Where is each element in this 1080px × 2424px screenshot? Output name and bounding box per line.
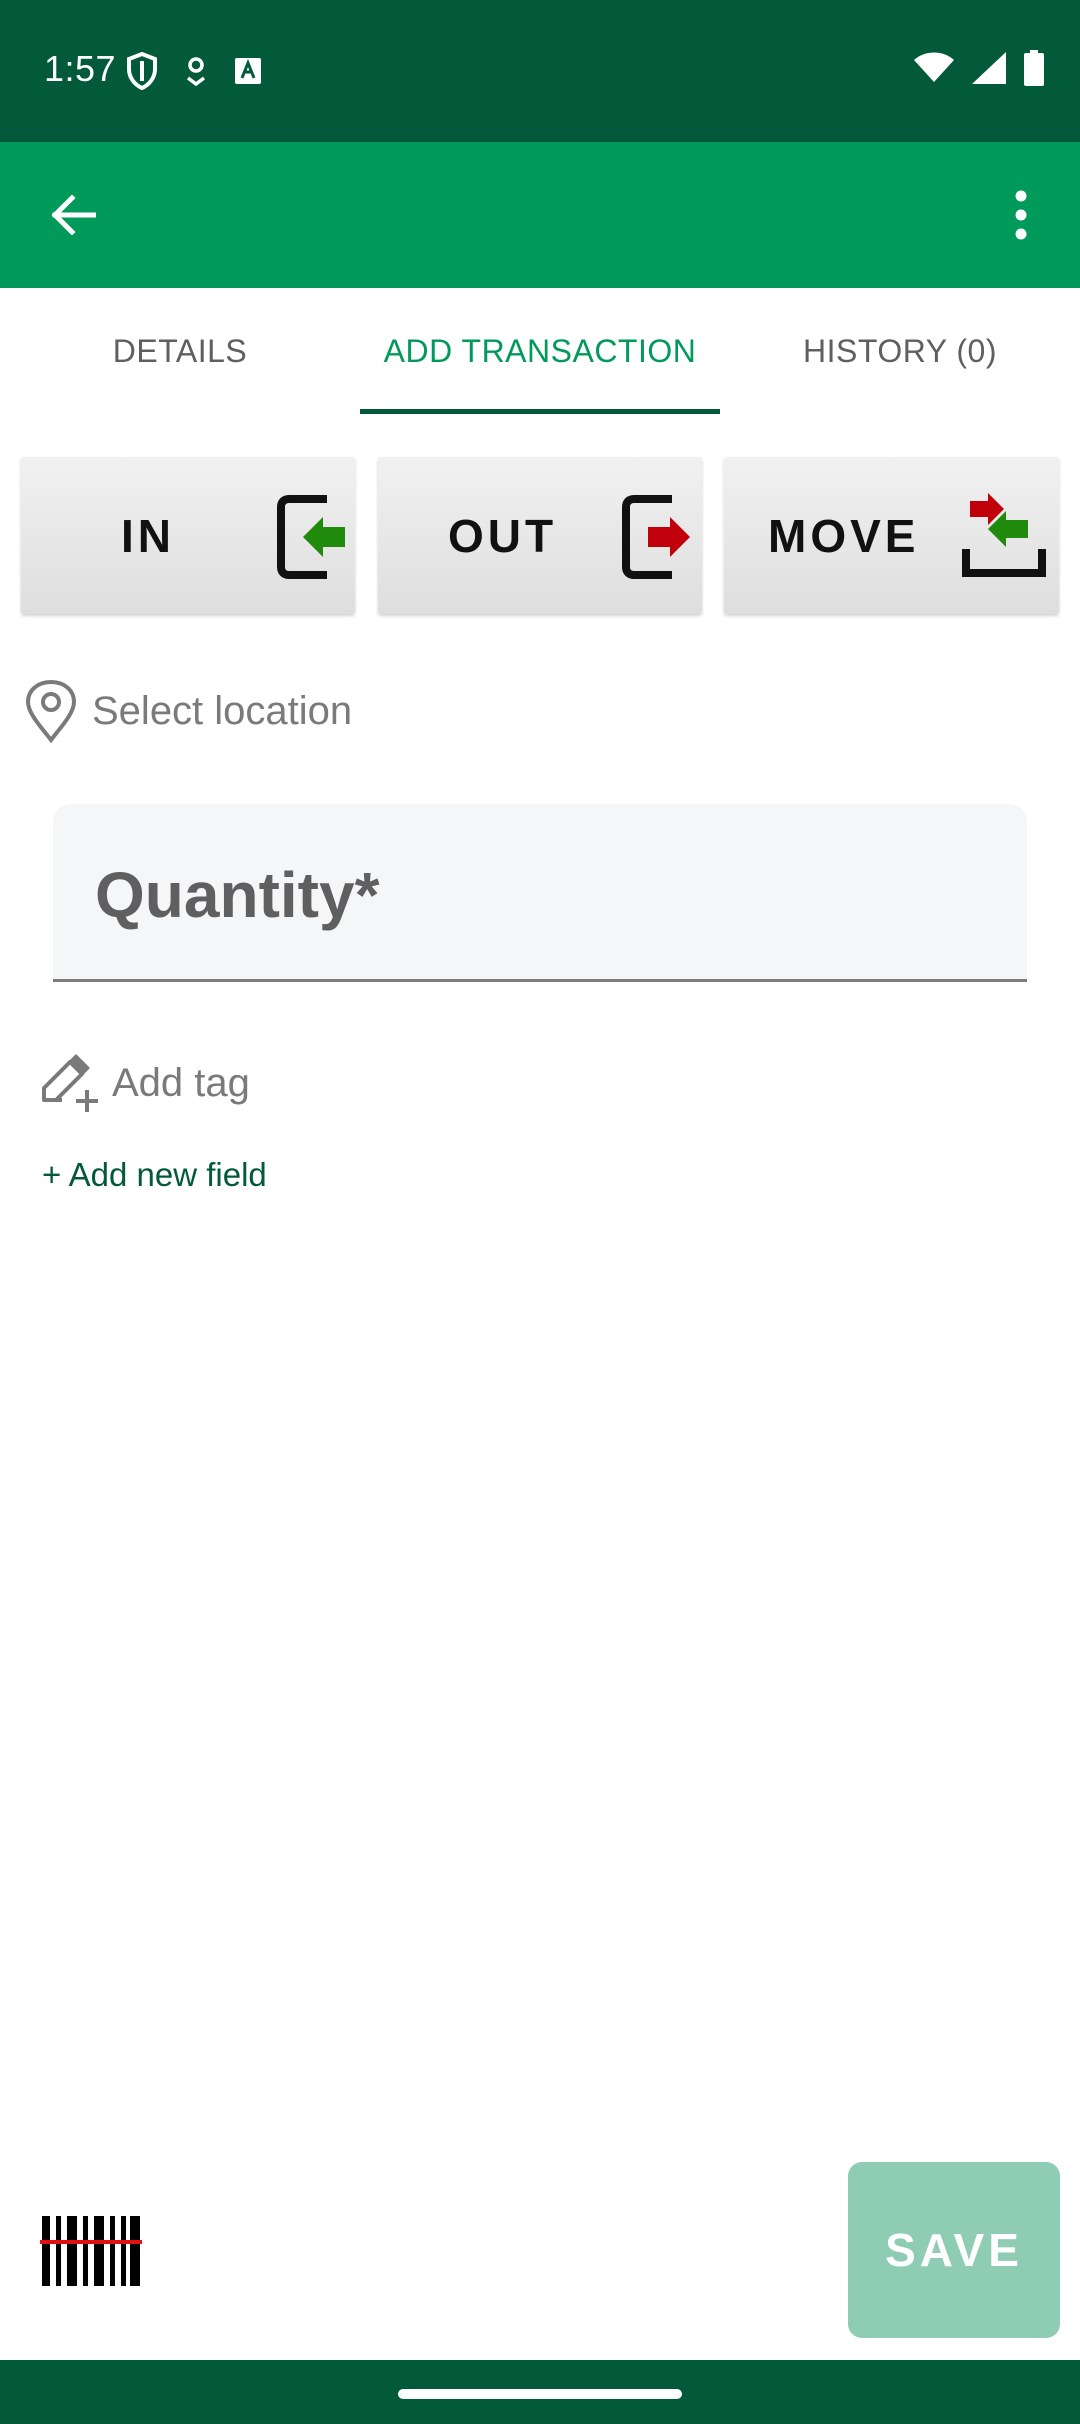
wifi-icon [914,52,954,82]
in-button-label: IN [121,509,175,562]
status-icons-left [126,52,262,90]
tab-details[interactable]: DETAILS [0,288,360,414]
out-button-label: OUT [448,509,558,562]
location-pin-small-icon [186,57,206,86]
status-bar: 1:57 [0,0,1080,142]
check-in-icon [277,495,345,579]
quantity-input[interactable]: Quantity* [53,804,1027,982]
location-pin-icon [25,679,77,743]
save-button[interactable]: SAVE [848,2162,1060,2338]
select-location-button[interactable]: Select location [24,676,352,746]
add-new-field-link[interactable]: + Add new field [42,1156,267,1194]
home-gesture-handle[interactable] [398,2389,682,2399]
status-time: 1:57 [44,48,117,89]
move-icon [962,493,1046,577]
quantity-placeholder: Quantity* [95,859,380,931]
a-box-icon [235,58,261,84]
out-button[interactable]: OUT [378,457,702,614]
move-button[interactable]: MOVE [724,457,1059,614]
select-location-label: Select location [92,688,353,733]
arrow-back-icon [51,195,96,235]
tab-bar: DETAILS ADD TRANSACTION HISTORY (0) [0,288,1080,414]
more-options-button[interactable] [988,182,1054,248]
signal-icon [972,52,1006,84]
move-button-label: MOVE [768,509,920,562]
navigation-bar [0,2360,1080,2424]
barcode-scan-icon[interactable] [40,2214,142,2288]
tag-edit-icon [42,1054,98,1112]
app-bar [0,142,1080,288]
status-icons-right [914,50,1044,86]
battery-icon [1024,50,1044,86]
shield-icon [127,52,157,90]
add-tag-label: Add tag [112,1060,250,1105]
tab-history[interactable]: HISTORY (0) [720,288,1080,414]
add-tag-button[interactable]: Add tag [40,1050,250,1116]
back-button[interactable] [40,182,106,248]
in-button[interactable]: IN [21,457,355,614]
tab-add-transaction[interactable]: ADD TRANSACTION [360,288,720,414]
check-out-icon [622,495,690,579]
more-vertical-icon [1015,190,1027,240]
